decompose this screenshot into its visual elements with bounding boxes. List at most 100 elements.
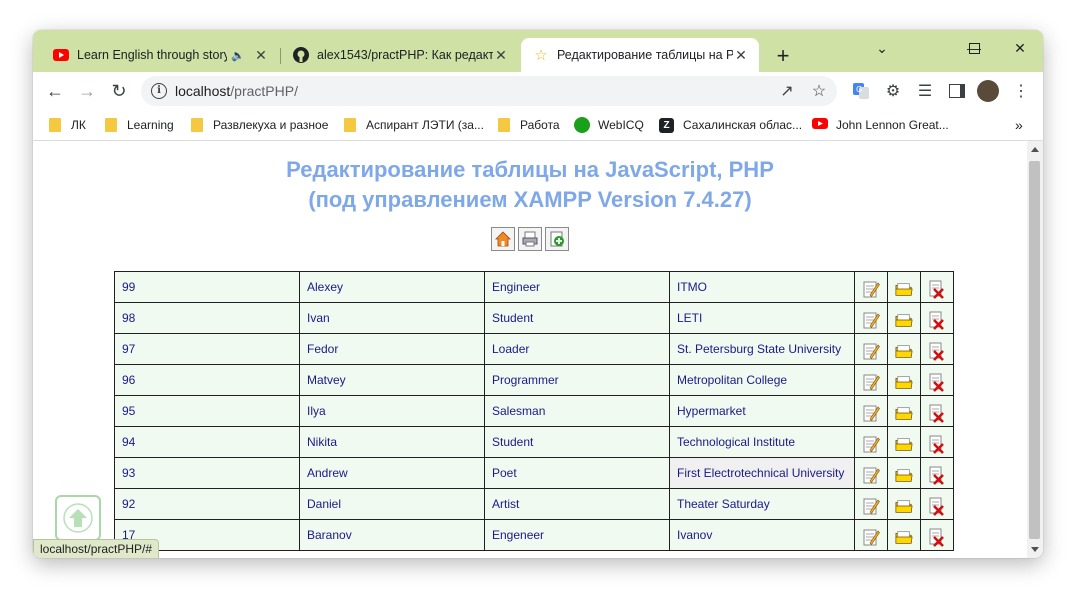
id-cell: 94: [114, 426, 300, 458]
media-playlist-icon[interactable]: ☰: [915, 81, 935, 101]
delete-row-icon[interactable]: [920, 271, 954, 303]
back-button[interactable]: ←: [41, 77, 69, 105]
name-cell: Matvey: [299, 364, 485, 396]
organization-cell: ITMO: [669, 271, 855, 303]
site-info-icon[interactable]: i: [151, 83, 167, 99]
page-content: Редактирование таблицы на JavaScript, PH…: [33, 141, 1027, 558]
organization-cell: LETI: [669, 302, 855, 334]
data-table: 99 Alexey Engineer ITMO 98 Ivan Student LETI 97 F…: [114, 271, 954, 551]
edit-row-icon[interactable]: [854, 333, 888, 365]
name-cell: Fedor: [299, 333, 485, 365]
delete-row-icon[interactable]: [920, 333, 954, 365]
print-icon[interactable]: [518, 227, 542, 251]
extensions-puzzle-icon[interactable]: ⚙: [883, 81, 903, 101]
name-cell: Ilya: [299, 395, 485, 427]
name-cell: Andrew: [299, 457, 485, 489]
browser-window: Learn English through story 🔈 ✕ alex1543…: [33, 30, 1043, 558]
menu-kebab-icon[interactable]: ⋮: [1011, 81, 1031, 101]
bookmark-learning[interactable]: Learning: [105, 116, 174, 134]
bookmark-webicq[interactable]: WebICQ: [574, 116, 644, 134]
page-title-line-1: Редактирование таблицы на JavaScript, PH…: [286, 157, 774, 182]
edit-row-icon[interactable]: [854, 395, 888, 427]
add-record-icon[interactable]: [545, 227, 569, 251]
id-cell: 99: [114, 271, 300, 303]
delete-row-icon[interactable]: [920, 488, 954, 520]
vertical-scrollbar[interactable]: [1027, 141, 1043, 558]
folder-icon: [105, 118, 117, 132]
bookmark-razvlekuha[interactable]: Развлекуха и разное: [191, 116, 328, 134]
tab-github[interactable]: alex1543/practPHP: Как редакти ✕: [281, 38, 519, 72]
reload-button[interactable]: ↻: [105, 77, 133, 105]
maximize-button[interactable]: [951, 34, 997, 62]
edit-row-icon[interactable]: [854, 302, 888, 334]
bookmarks-bar: ЛК Learning Развлекуха и разное Аспирант…: [33, 110, 1043, 141]
organization-cell: Metropolitan College: [669, 364, 855, 396]
tab-active-php[interactable]: ☆ Редактирование таблицы на PHP ✕: [521, 38, 759, 72]
github-icon: [293, 47, 309, 63]
translate-icon[interactable]: G: [851, 81, 871, 101]
delete-row-icon[interactable]: [920, 364, 954, 396]
edit-row-icon[interactable]: [854, 457, 888, 489]
scroll-to-top-button[interactable]: [55, 495, 101, 541]
tab-search-button[interactable]: ⌄: [859, 34, 905, 62]
icq-flower-icon: [574, 117, 590, 133]
open-row-icon[interactable]: [887, 488, 921, 520]
home-icon[interactable]: [491, 227, 515, 251]
id-cell: 95: [114, 395, 300, 427]
forward-button[interactable]: →: [73, 77, 101, 105]
edit-row-icon[interactable]: [854, 271, 888, 303]
profile-avatar[interactable]: [977, 80, 999, 102]
open-row-icon[interactable]: [887, 333, 921, 365]
scroll-down-arrow-icon[interactable]: [1031, 547, 1039, 552]
open-row-icon[interactable]: [887, 457, 921, 489]
bookmark-sakhalin[interactable]: Z Сахалинская облас...: [659, 116, 802, 134]
bookmark-rabota[interactable]: Работа: [498, 116, 560, 134]
edit-row-icon[interactable]: [854, 364, 888, 396]
arrow-up-icon: [63, 503, 93, 533]
profession-cell: Programmer: [484, 364, 670, 396]
scroll-up-arrow-icon[interactable]: [1031, 147, 1039, 152]
more-bookmarks-chevron-icon[interactable]: »: [1015, 116, 1023, 134]
profession-cell: Engineer: [484, 271, 670, 303]
tab-learn-english[interactable]: Learn English through story 🔈 ✕: [41, 38, 279, 72]
share-icon[interactable]: ↗: [777, 81, 797, 101]
delete-row-icon[interactable]: [920, 519, 954, 551]
bookmark-lk[interactable]: ЛК: [49, 116, 86, 134]
close-tab-icon[interactable]: ✕: [733, 47, 749, 63]
speaker-icon[interactable]: 🔈: [231, 49, 245, 62]
edit-row-icon[interactable]: [854, 488, 888, 520]
bookmark-john-lennon[interactable]: John Lennon Great...: [812, 116, 949, 134]
table-row: 96 Matvey Programmer Metropolitan College: [114, 364, 954, 396]
open-row-icon[interactable]: [887, 519, 921, 551]
profession-cell: Salesman: [484, 395, 670, 427]
bookmark-star-icon[interactable]: ☆: [809, 81, 829, 101]
close-window-button[interactable]: ✕: [997, 34, 1043, 62]
delete-row-icon[interactable]: [920, 395, 954, 427]
url-text[interactable]: localhost/practPHP/: [175, 83, 298, 99]
data-table-body: 99 Alexey Engineer ITMO 98 Ivan Student LETI 97 F…: [114, 271, 954, 551]
open-row-icon[interactable]: [887, 302, 921, 334]
delete-row-icon[interactable]: [920, 302, 954, 334]
edit-row-icon[interactable]: [854, 519, 888, 551]
open-row-icon[interactable]: [887, 395, 921, 427]
address-bar[interactable]: i localhost/practPHP/ ↗ ☆: [141, 76, 837, 106]
side-panel-icon[interactable]: [947, 81, 967, 101]
close-tab-icon[interactable]: ✕: [253, 47, 269, 63]
id-cell: 93: [114, 457, 300, 489]
name-cell: Alexey: [299, 271, 485, 303]
profession-cell: Loader: [484, 333, 670, 365]
edit-row-icon[interactable]: [854, 426, 888, 458]
open-row-icon[interactable]: [887, 364, 921, 396]
open-row-icon[interactable]: [887, 426, 921, 458]
bookmark-aspirant[interactable]: Аспирант ЛЭТИ (за...: [344, 116, 484, 134]
profession-cell: Engeneer: [484, 519, 670, 551]
close-tab-icon[interactable]: ✕: [493, 47, 509, 63]
svg-text:G: G: [856, 85, 862, 94]
delete-row-icon[interactable]: [920, 457, 954, 489]
open-row-icon[interactable]: [887, 271, 921, 303]
tab-title: Learn English through story: [77, 48, 228, 62]
page-title: Редактирование таблицы на JavaScript, PH…: [33, 155, 1027, 215]
scrollbar-thumb[interactable]: [1029, 161, 1040, 539]
delete-row-icon[interactable]: [920, 426, 954, 458]
new-tab-button[interactable]: +: [771, 43, 795, 68]
